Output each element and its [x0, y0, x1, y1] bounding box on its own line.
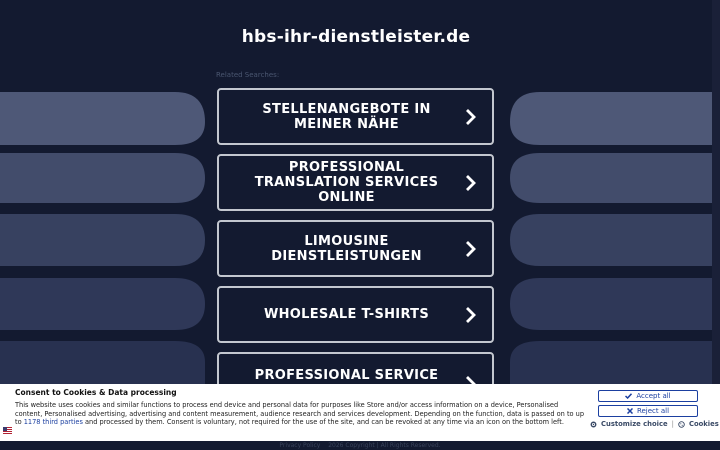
- customize-choice-link[interactable]: Customize choice: [601, 420, 668, 428]
- related-searches-label: Related Searches:: [216, 71, 280, 79]
- copyright-text: 2026 Copyright | All Rights Reserved.: [328, 442, 441, 449]
- separator: |: [671, 420, 674, 428]
- related-search-label: PROFESSIONAL TRANSLATION SERVICES ONLINE: [254, 160, 439, 205]
- chevron-right-icon: [458, 105, 484, 129]
- gear-icon: [590, 421, 597, 427]
- consent-title: Consent to Cookies & Data processing: [15, 388, 177, 397]
- related-search-link-2[interactable]: PROFESSIONAL TRANSLATION SERVICES ONLINE: [217, 154, 494, 211]
- accept-all-label: Accept all: [636, 392, 671, 400]
- domain-title: hbs-ihr-dienstleister.de: [241, 27, 471, 47]
- reject-all-label: Reject all: [636, 407, 670, 415]
- check-icon: [625, 393, 633, 399]
- related-search-link-1[interactable]: STELLENANGEBOTE IN MEINER NÄHE: [217, 88, 494, 145]
- related-search-label: WHOLESALE T-SHIRTS: [263, 307, 430, 322]
- us-flag-icon[interactable]: [3, 427, 12, 434]
- chevron-right-icon: [458, 171, 484, 195]
- close-icon: [626, 408, 633, 414]
- accept-all-button[interactable]: Accept all: [598, 390, 698, 402]
- consent-text-after: and processed by them. Consent is volunt…: [82, 418, 564, 427]
- related-search-link-3[interactable]: LIMOUSINE DIENSTLEISTUNGEN: [217, 220, 494, 277]
- reject-all-button[interactable]: Reject all: [598, 405, 698, 417]
- privacy-policy-link[interactable]: Privacy Policy: [279, 442, 320, 449]
- chevron-right-icon: [458, 237, 484, 261]
- related-search-label: LIMOUSINE DIENSTLEISTUNGEN: [271, 233, 422, 264]
- cookies-link[interactable]: Cookies: [689, 420, 719, 428]
- right-chevron-shapes: [510, 92, 720, 384]
- cookie-icon: [678, 420, 685, 428]
- related-search-label: PROFESSIONAL SERVICE: [254, 368, 439, 383]
- third-parties-link[interactable]: 1178 third parties: [24, 418, 83, 426]
- related-search-label: STELLENANGEBOTE IN MEINER NÄHE: [262, 101, 431, 132]
- left-chevron-shapes: [0, 92, 205, 384]
- cookie-consent-banner: Consent to Cookies & Data processing Thi…: [0, 384, 720, 441]
- page-footer: Privacy Policy 2026 Copyright | All Righ…: [0, 442, 720, 450]
- chevron-right-icon: [458, 303, 484, 327]
- consent-text: This website uses cookies and similar fu…: [15, 401, 587, 427]
- consent-options-row: Customize choice | Cookies: [590, 420, 719, 428]
- page-scrollbar[interactable]: [712, 0, 720, 384]
- related-search-link-4[interactable]: WHOLESALE T-SHIRTS: [217, 286, 494, 343]
